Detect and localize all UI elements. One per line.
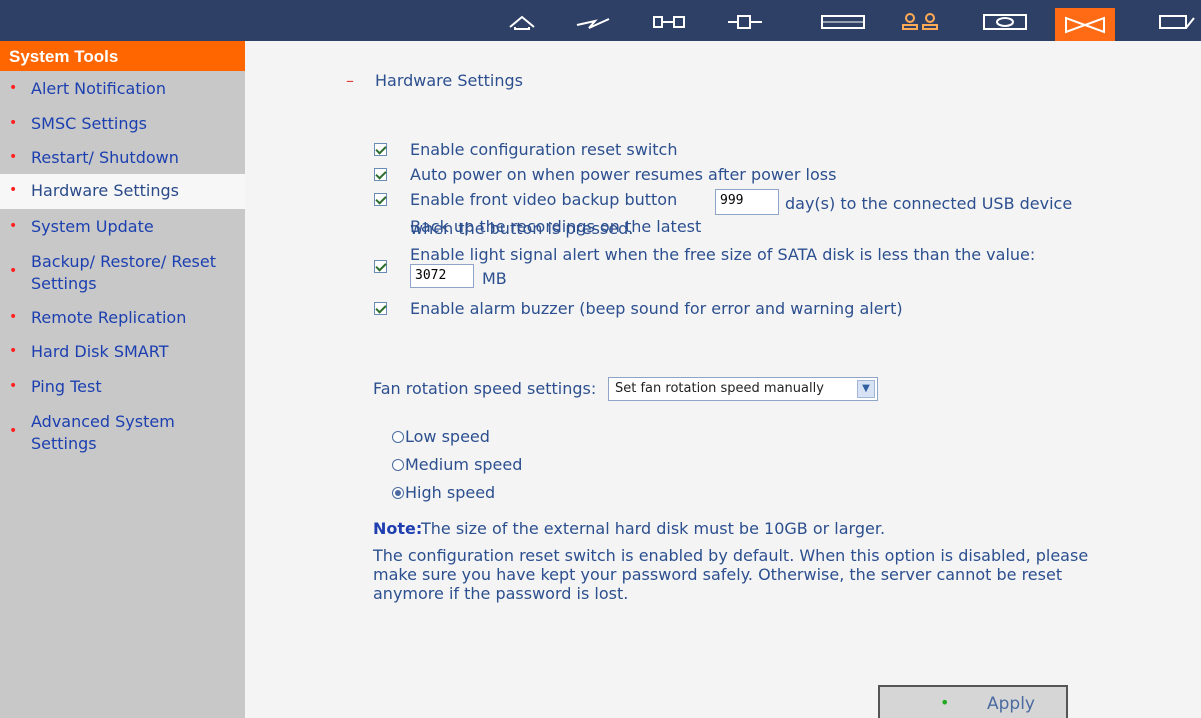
bullet-icon: • — [9, 218, 18, 234]
main-content: – Hardware Settings Enable configuration… — [245, 41, 1201, 718]
sidebar-item-smsc-settings[interactable]: • SMSC Settings — [0, 113, 245, 135]
low-speed-label: Low speed — [405, 427, 490, 446]
backup-days-input[interactable]: 999 — [715, 189, 779, 215]
low-speed-radio[interactable] — [392, 431, 404, 443]
sidebar-item-system-update[interactable]: • System Update — [0, 216, 245, 238]
light-signal-label: Enable light signal alert when the free … — [410, 245, 1036, 264]
auto-power-checkbox[interactable] — [374, 168, 387, 181]
light-signal-checkbox[interactable] — [374, 260, 387, 273]
backup-days-suffix: day(s) to the connected USB device — [785, 194, 1073, 213]
sidebar-item-label: Hardware Settings — [31, 181, 179, 200]
high-speed-label: High speed — [405, 483, 496, 502]
chevron-down-icon[interactable]: ▼ — [857, 380, 875, 398]
sidebar-item-advanced-system-settings[interactable]: • Advanced System Settings — [0, 411, 190, 455]
sidebar-item-label: Restart/ Shutdown — [31, 148, 179, 167]
bullet-icon: • — [940, 693, 950, 712]
reset-switch-label: Enable configuration reset switch — [410, 140, 678, 159]
light-signal-input[interactable]: 3072 — [410, 264, 474, 288]
device-icon[interactable] — [645, 10, 695, 34]
bullet-icon: • — [9, 149, 18, 165]
video-backup-checkbox[interactable] — [374, 193, 387, 206]
sidebar-item-label: Backup/ Restore/ Reset Settings — [31, 252, 217, 293]
section-title: Hardware Settings — [375, 71, 523, 90]
home-icon[interactable] — [497, 10, 547, 34]
info-line-2: make sure you have kept your password sa… — [373, 565, 1063, 584]
bullet-icon: • — [9, 343, 18, 359]
bullet-icon: • — [9, 182, 18, 198]
fan-speed-label: Fan rotation speed settings: — [373, 379, 597, 398]
high-speed-radio[interactable] — [392, 487, 404, 499]
info-line-1: The configuration reset switch is enable… — [373, 546, 1089, 565]
bullet-icon: • — [9, 115, 18, 131]
video-backup-label: Enable front video backup button — [410, 190, 678, 209]
sidebar-item-ping-test[interactable]: • Ping Test — [0, 376, 245, 398]
top-toolbar — [0, 0, 1201, 41]
sidebar-item-alert-notification[interactable]: • Alert Notification — [0, 78, 245, 100]
collapse-marker[interactable]: – — [346, 71, 354, 90]
plugin-icon[interactable] — [720, 10, 770, 34]
sidebar-item-label: Advanced System Settings — [31, 412, 175, 453]
sidebar-header: System Tools — [0, 41, 245, 71]
sidebar-item-label: System Update — [31, 217, 154, 236]
note-label: Note: — [373, 519, 423, 538]
alarm-buzzer-label: Enable alarm buzzer (beep sound for erro… — [410, 299, 903, 318]
light-signal-unit: MB — [482, 269, 507, 288]
sidebar-item-restart-shutdown[interactable]: • Restart/ Shutdown — [0, 147, 245, 169]
bullet-icon: • — [9, 80, 18, 96]
sidebar-item-backup-restore-reset[interactable]: • Backup/ Restore/ Reset Settings — [0, 251, 235, 295]
bullet-icon: • — [9, 309, 18, 325]
disk-icon[interactable] — [818, 10, 868, 34]
bullet-icon: • — [9, 263, 18, 279]
sidebar-item-remote-replication[interactable]: • Remote Replication — [0, 307, 245, 329]
sidebar-item-hard-disk-smart[interactable]: • Hard Disk SMART — [0, 341, 245, 363]
backup-days-line2: when the button is pressed. — [410, 219, 634, 238]
apply-button-label: Apply — [987, 694, 1035, 714]
fan-speed-selected: Set fan rotation speed manually — [615, 381, 824, 396]
auto-power-label: Auto power on when power resumes after p… — [410, 165, 837, 184]
reset-switch-checkbox[interactable] — [374, 143, 387, 156]
sidebar-item-label: Ping Test — [31, 377, 102, 396]
info-line-3: anymore if the password is lost. — [373, 584, 629, 603]
logout-icon[interactable] — [1150, 10, 1201, 34]
alarm-buzzer-checkbox[interactable] — [374, 302, 387, 315]
share-icon[interactable] — [980, 10, 1030, 34]
note-text: The size of the external hard disk must … — [421, 519, 886, 538]
users-icon[interactable] — [895, 10, 945, 34]
sidebar-item-label: Remote Replication — [31, 308, 187, 327]
sidebar-item-label: SMSC Settings — [31, 114, 147, 133]
apply-button[interactable]: • Apply — [878, 685, 1068, 718]
sidebar-item-label: Alert Notification — [31, 79, 166, 98]
sidebar-item-label: Hard Disk SMART — [31, 342, 169, 361]
bullet-icon: • — [9, 423, 18, 439]
bullet-icon: • — [9, 378, 18, 394]
sidebar-item-hardware-settings[interactable]: • Hardware Settings — [0, 174, 245, 209]
fan-speed-select[interactable]: Set fan rotation speed manually ▼ — [608, 377, 878, 401]
system-tools-icon[interactable] — [1055, 8, 1115, 41]
network-icon[interactable] — [568, 10, 618, 34]
medium-speed-label: Medium speed — [405, 455, 523, 474]
medium-speed-radio[interactable] — [392, 459, 404, 471]
